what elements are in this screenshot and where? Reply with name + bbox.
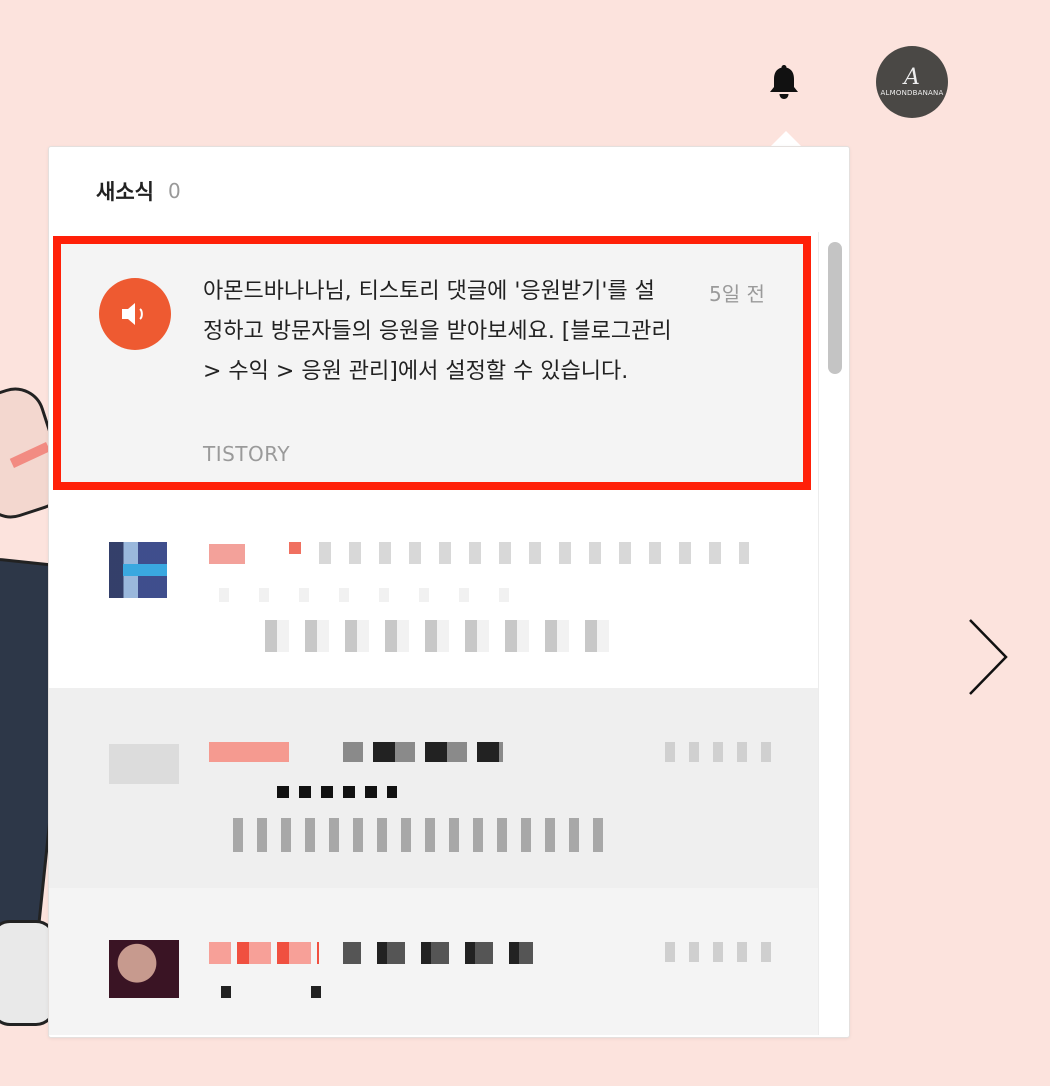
bell-icon[interactable] bbox=[766, 62, 802, 102]
notification-source: TISTORY bbox=[203, 442, 291, 466]
notification-list[interactable]: 아몬드바나나님, 티스토리 댓글에 '응원받기'를 설정하고 방문자들의 응원을… bbox=[49, 232, 819, 1035]
panel-caret bbox=[770, 131, 802, 147]
scrollbar-thumb[interactable] bbox=[828, 242, 842, 374]
notification-count: 0 bbox=[167, 179, 181, 203]
panel-header: 새소식 0 bbox=[96, 176, 181, 206]
notification-text: 아몬드바나나님, 티스토리 댓글에 '응원받기'를 설정하고 방문자들의 응원을… bbox=[203, 279, 672, 384]
notification-item-blurred[interactable] bbox=[49, 888, 819, 1035]
speaker-icon bbox=[99, 278, 171, 350]
notification-item-blurred[interactable] bbox=[49, 688, 819, 888]
avatar bbox=[109, 940, 179, 998]
avatar-detail bbox=[123, 564, 167, 576]
notification-item-blurred[interactable] bbox=[49, 504, 819, 684]
notification-time: 5일 전 bbox=[709, 282, 765, 306]
scrollbar[interactable] bbox=[818, 232, 849, 1035]
avatar[interactable]: A ALMONDBANANA bbox=[876, 46, 948, 118]
avatar-monogram: A bbox=[903, 65, 921, 90]
panel-title: 새소식 bbox=[96, 180, 154, 204]
notification-item[interactable]: 아몬드바나나님, 티스토리 댓글에 '응원받기'를 설정하고 방문자들의 응원을… bbox=[53, 236, 811, 490]
next-arrow-icon[interactable] bbox=[964, 616, 1012, 698]
avatar-label: ALMONDBANANA bbox=[880, 89, 944, 97]
